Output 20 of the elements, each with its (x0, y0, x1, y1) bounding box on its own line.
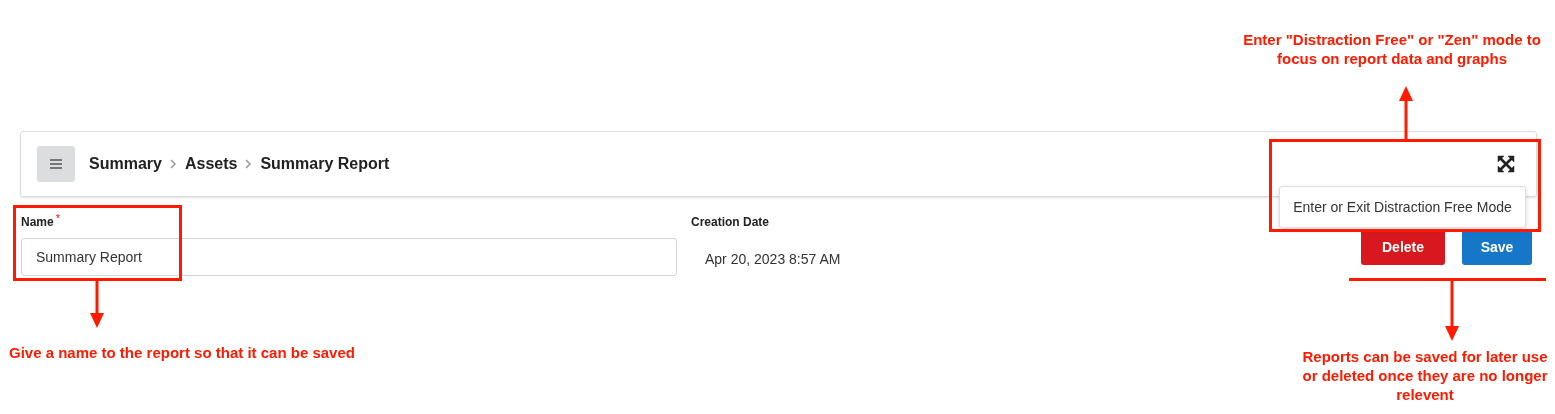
breadcrumb-link[interactable]: Summary (89, 152, 162, 176)
annotation-text: Reports can be saved for later use or deleted once they are no longer relevent (1302, 347, 1548, 404)
menu-icon (50, 159, 62, 169)
tooltip: Enter or Exit Distraction Free Mode (1279, 186, 1526, 228)
creation-date: Apr 20, 2023 8:57 AM (705, 250, 841, 269)
chevron-right-icon (169, 159, 177, 169)
arrow (1398, 86, 1414, 139)
fullscreen-icon[interactable] (1496, 154, 1516, 174)
field-label: Creation Date (691, 214, 771, 231)
menu-button[interactable] (37, 146, 75, 182)
required-mark: * (55, 211, 60, 226)
name-field[interactable]: Summary Report (21, 238, 677, 276)
field-label: Name (21, 214, 54, 231)
chevron-right-icon (245, 159, 253, 169)
breadcrumb-link[interactable]: Assets (184, 152, 238, 176)
arrow (1444, 280, 1460, 341)
annotation-text: Enter "Distraction Free" or "Zen" mode to focus on report data and graphs (1242, 30, 1542, 68)
breadcrumb-link[interactable]: Summary Report (260, 152, 390, 176)
arrow (89, 280, 105, 328)
annotation-text: Give a name to the report so that it can be saved (9, 343, 355, 363)
